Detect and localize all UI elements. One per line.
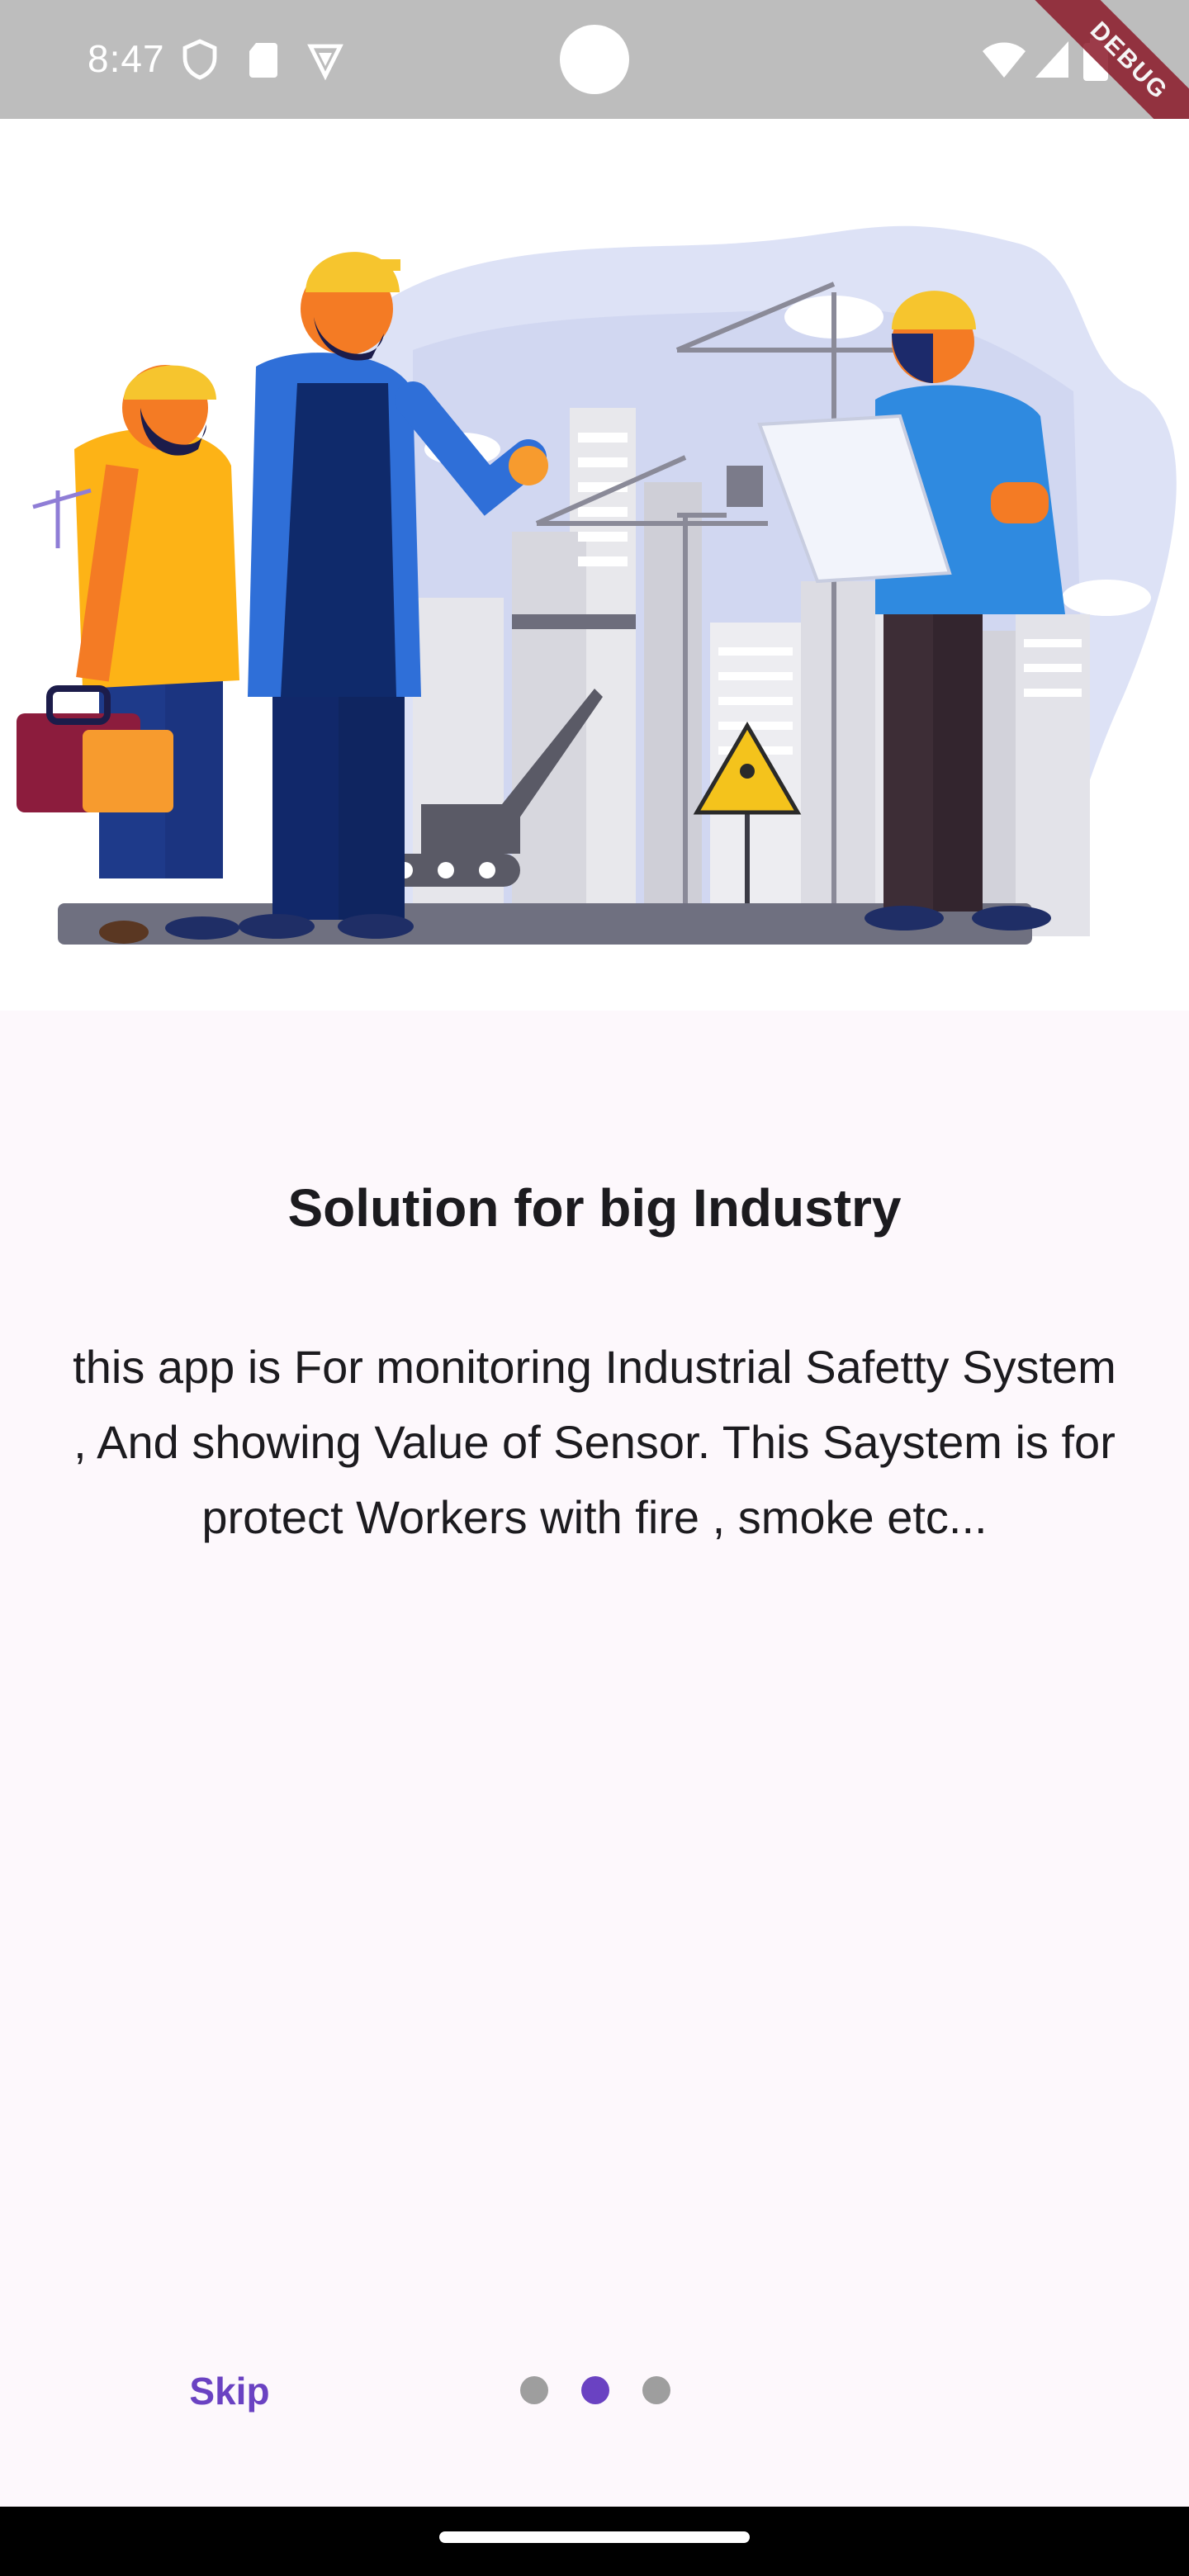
camera-cutout: [560, 25, 629, 94]
onboarding-description: this app is For monitoring Industrial Sa…: [73, 1341, 1116, 1543]
page-indicator: [517, 2376, 674, 2406]
shield-icon: [180, 38, 220, 81]
navigation-bar: [0, 2507, 1189, 2576]
skip-button[interactable]: Skip: [165, 2361, 294, 2421]
onboarding-screen: 8:47 DEBUG Solution for big Industry thi…: [0, 0, 1189, 2576]
page-dot-2-active[interactable]: [581, 2376, 609, 2404]
page-dot-3[interactable]: [642, 2376, 670, 2404]
page-dot-1[interactable]: [520, 2376, 548, 2404]
status-bar: 8:47 DEBUG: [0, 0, 1189, 174]
status-time: 8:47: [88, 37, 165, 80]
wifi-icon: [981, 38, 1027, 81]
onboarding-title: Solution for big Industry: [287, 1178, 902, 1238]
sd-card-icon: [243, 38, 282, 81]
home-gesture-handle[interactable]: [439, 2531, 750, 2543]
cell-signal-icon: [1032, 38, 1072, 81]
vpn-icon: [306, 38, 345, 81]
construction-workers-illustration: [0, 119, 1189, 1011]
